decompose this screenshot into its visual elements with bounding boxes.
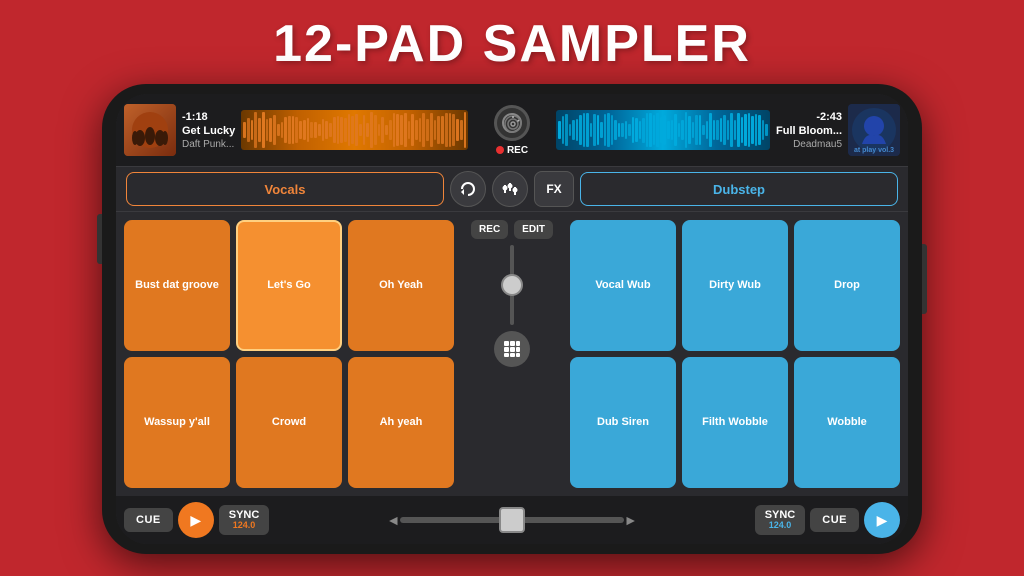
track-info-right: -2:43 Full Bloom... Deadmau5 — [776, 111, 842, 150]
rec-edit-row: REC EDIT — [462, 220, 562, 239]
grid-icon-btn[interactable] — [494, 331, 530, 367]
category-left-btn[interactable]: Vocals — [126, 172, 444, 206]
artist-right: Deadmau5 — [776, 139, 842, 150]
loop-btn[interactable] — [450, 171, 486, 207]
deck-left: -1:18 Get Lucky Daft Punk... — [124, 104, 468, 156]
eq-btn[interactable] — [492, 171, 528, 207]
album-art-right: at play vol.3 — [848, 104, 900, 156]
time-left: -1:18 — [182, 111, 235, 123]
pad-right-1[interactable]: Dirty Wub — [682, 220, 788, 351]
phone-shell: -1:18 Get Lucky Daft Punk... — [102, 84, 922, 554]
rec-indicator: REC — [496, 145, 528, 156]
sync-button-left[interactable]: SYNC 124.0 — [219, 505, 270, 535]
pad-right-2[interactable]: Drop — [794, 220, 900, 351]
transport-left: CUE ▶ SYNC 124.0 — [124, 502, 375, 538]
deck-right: -2:43 Full Bloom... Deadmau5 at play vol… — [556, 104, 900, 156]
pad-right-3[interactable]: Dub Siren — [570, 357, 676, 488]
crossfader-area: ◄ ► — [380, 512, 643, 528]
top-bar: -1:18 Get Lucky Daft Punk... — [116, 94, 908, 166]
pad-area: Bust dat grooveLet's GoOh Yeah Wassup y'a… — [116, 212, 908, 496]
cue-button-left[interactable]: CUE — [124, 508, 173, 532]
vinyl-icon — [494, 105, 530, 141]
pad-left-3[interactable]: Wassup y'all — [124, 357, 230, 488]
pad-right-4[interactable]: Filth Wobble — [682, 357, 788, 488]
pad-left-0[interactable]: Bust dat groove — [124, 220, 230, 351]
arrow-right-icon: ► — [624, 512, 638, 528]
waveform-right — [556, 110, 770, 150]
play-button-right[interactable]: ▶ — [864, 502, 900, 538]
page-title: 12-PAD SAMPLER — [273, 14, 751, 74]
transport-bar: CUE ▶ SYNC 124.0 ◄ ► SYNC 124.0 — [116, 496, 908, 544]
pad-left-4[interactable]: Crowd — [236, 357, 342, 488]
pad-right-5[interactable]: Wobble — [794, 357, 900, 488]
play-button-left[interactable]: ▶ — [178, 502, 214, 538]
pad-grid-left: Bust dat grooveLet's GoOh Yeah Wassup y'a… — [124, 220, 454, 488]
edit-button[interactable]: EDIT — [514, 220, 553, 239]
category-right-btn[interactable]: Dubstep — [580, 172, 898, 206]
waveform-left — [241, 110, 468, 150]
track-info-left: -1:18 Get Lucky Daft Punk... — [182, 111, 235, 150]
time-right: -2:43 — [776, 111, 842, 123]
pad-left-5[interactable]: Ah yeah — [348, 357, 454, 488]
arrow-left-icon: ◄ — [386, 512, 400, 528]
center-fader: REC EDIT — [462, 220, 562, 488]
transport-right: SYNC 124.0 CUE ▶ — [649, 502, 900, 538]
fader-thumb[interactable] — [501, 274, 523, 296]
cue-button-right[interactable]: CUE — [810, 508, 859, 532]
pad-right-0[interactable]: Vocal Wub — [570, 220, 676, 351]
center-vinyl: REC — [472, 105, 552, 156]
track-name-right: Full Bloom... — [776, 125, 842, 137]
track-name-left: Get Lucky — [182, 125, 235, 137]
rec-button[interactable]: REC — [471, 220, 508, 239]
crossfader-thumb[interactable] — [499, 507, 525, 533]
fx-btn[interactable]: FX — [534, 171, 574, 207]
svg-text:at play vol.3: at play vol.3 — [854, 147, 894, 154]
rec-dot — [496, 146, 504, 154]
rec-label: REC — [507, 145, 528, 156]
control-bar: Vocals FX Dubstep — [116, 166, 908, 212]
album-art-left — [124, 104, 176, 156]
pad-left-1[interactable]: Let's Go — [236, 220, 342, 351]
crossfader-track — [400, 517, 624, 523]
artist-left: Daft Punk... — [182, 139, 235, 150]
screen: -1:18 Get Lucky Daft Punk... — [116, 94, 908, 544]
fader-track — [510, 245, 514, 325]
pad-grid-right: Vocal WubDirty WubDrop Dub SirenFilth Wob… — [570, 220, 900, 488]
pad-left-2[interactable]: Oh Yeah — [348, 220, 454, 351]
sync-button-right[interactable]: SYNC 124.0 — [755, 505, 806, 535]
